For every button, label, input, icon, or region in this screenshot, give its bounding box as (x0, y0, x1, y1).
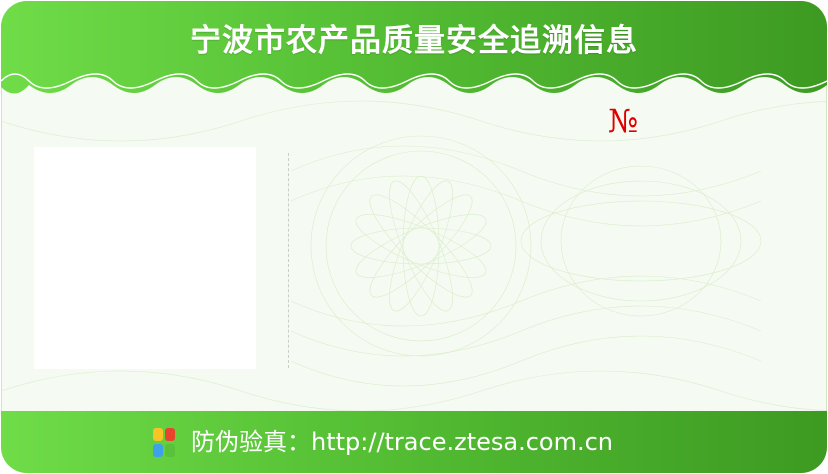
trace-label-card: 宁波市农产品质量安全追溯信息 № 防伪验真：http://trace.ztesa… (1, 1, 827, 473)
dashed-divider (288, 153, 289, 368)
four-leaf-logo-icon (153, 428, 175, 457)
photo-placeholder (34, 147, 256, 369)
footer-bar: 防伪验真：http://trace.ztesa.com.cn (1, 411, 827, 473)
card-title: 宁波市农产品质量安全追溯信息 (190, 23, 638, 59)
serial-number-label: № (608, 102, 639, 140)
verification-label: 防伪验真： (191, 428, 311, 456)
verification-text: 防伪验真：http://trace.ztesa.com.cn (191, 425, 613, 459)
verification-url-link[interactable]: http://trace.ztesa.com.cn (311, 428, 613, 456)
